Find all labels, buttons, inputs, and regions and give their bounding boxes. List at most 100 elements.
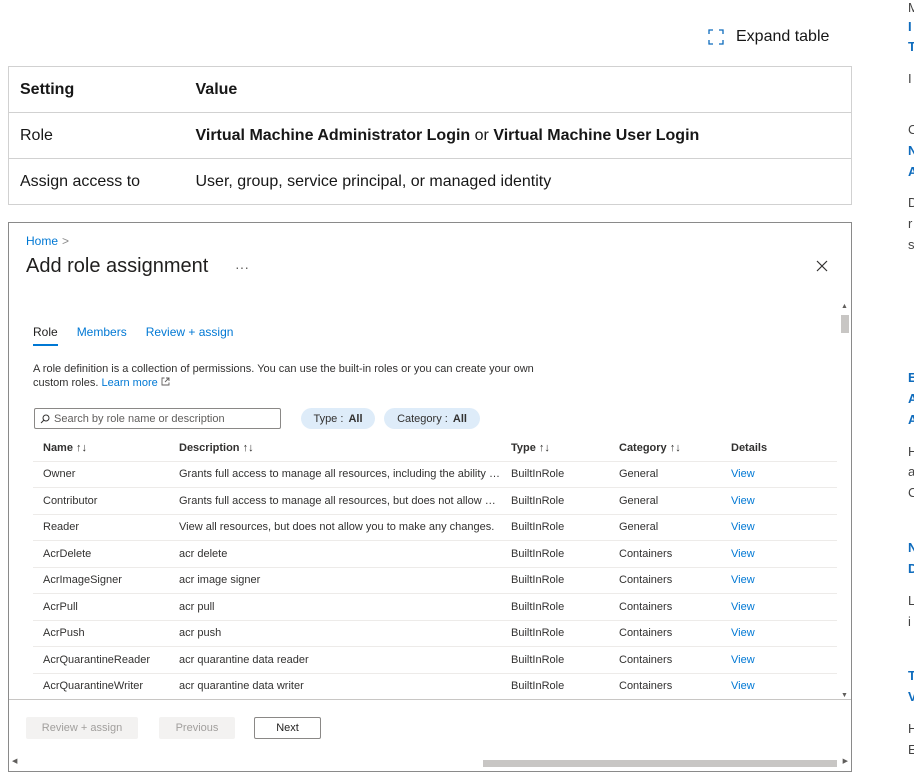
roles-table: Name ↑↓ Description ↑↓ Type ↑↓ Category … bbox=[33, 435, 837, 700]
rail-link-fragment[interactable]: N bbox=[908, 143, 914, 158]
role-search-input[interactable]: Search by role name or description bbox=[34, 408, 281, 429]
role-name: AcrQuarantineReader bbox=[33, 646, 169, 674]
role-name: AcrImageSigner bbox=[33, 567, 169, 594]
role-description: acr delete bbox=[169, 540, 501, 568]
tab-members[interactable]: Members bbox=[77, 325, 127, 346]
role-type: BuiltInRole bbox=[501, 514, 609, 541]
table-row[interactable]: AcrPush acr push BuiltInRole Containers View bbox=[33, 620, 837, 647]
close-icon[interactable] bbox=[815, 259, 829, 273]
rail-link-fragment[interactable]: N bbox=[908, 540, 914, 555]
view-details-link[interactable]: View bbox=[721, 514, 837, 541]
role-category: General bbox=[609, 514, 721, 541]
view-details-link[interactable]: View bbox=[721, 673, 837, 700]
vertical-scrollbar[interactable]: ▲ ▼ bbox=[839, 303, 851, 699]
previous-button[interactable]: Previous bbox=[159, 717, 235, 739]
expand-icon bbox=[708, 29, 724, 45]
tab-review-assign[interactable]: Review + assign bbox=[146, 325, 234, 346]
table-row[interactable]: Owner Grants full access to manage all re… bbox=[33, 461, 837, 488]
column-header-name[interactable]: Name ↑↓ bbox=[33, 435, 169, 462]
role-type: BuiltInRole bbox=[501, 540, 609, 568]
right-rail: M I T I C N A D r s E A A H a C N D L i … bbox=[908, 0, 914, 780]
category-filter-label: Category : bbox=[397, 412, 451, 425]
search-placeholder: Search by role name or description bbox=[54, 412, 225, 425]
rail-link-fragment[interactable]: D bbox=[908, 561, 914, 576]
category-filter-pill[interactable]: Category : All bbox=[384, 408, 480, 429]
learn-more-link[interactable]: Learn more bbox=[101, 377, 170, 389]
rail-link-fragment[interactable]: A bbox=[908, 164, 914, 179]
column-header-setting: Setting bbox=[8, 66, 185, 113]
tab-role[interactable]: Role bbox=[33, 325, 58, 346]
role-description: View all resources, but does not allow y… bbox=[169, 514, 501, 541]
scroll-down-arrow-icon[interactable]: ▼ bbox=[841, 692, 848, 699]
breadcrumb: Home > bbox=[26, 234, 69, 248]
rail-link-fragment[interactable]: A bbox=[908, 412, 914, 427]
horizontal-scrollbar[interactable]: ◀ ▶ bbox=[9, 755, 851, 771]
table-row[interactable]: AcrQuarantineWriter acr quarantine data w… bbox=[33, 673, 837, 700]
table-row[interactable]: Reader View all resources, but does not a… bbox=[33, 514, 837, 541]
page-title: Add role assignment bbox=[26, 255, 209, 277]
table-row[interactable]: AcrPull acr pull BuiltInRole Containers View bbox=[33, 593, 837, 621]
view-details-link[interactable]: View bbox=[721, 540, 837, 568]
role-category: Containers bbox=[609, 593, 721, 621]
value-cell: User, group, service principal, or manag… bbox=[184, 158, 852, 205]
role-type: BuiltInRole bbox=[501, 567, 609, 594]
rail-link-fragment[interactable]: E bbox=[908, 370, 914, 385]
view-details-link[interactable]: View bbox=[721, 620, 837, 647]
type-filter-label: Type : bbox=[313, 412, 347, 425]
type-filter-pill[interactable]: Type : All bbox=[301, 408, 375, 429]
role-description: Grants full access to manage all resourc… bbox=[169, 487, 501, 515]
rail-link-fragment[interactable]: A bbox=[908, 391, 914, 406]
view-details-link[interactable]: View bbox=[721, 593, 837, 621]
table-row[interactable]: Contributor Grants full access to manage … bbox=[33, 487, 837, 515]
scroll-up-arrow-icon[interactable]: ▲ bbox=[841, 303, 848, 310]
rail-link-fragment[interactable]: V bbox=[908, 689, 914, 704]
scroll-left-arrow-icon[interactable]: ◀ bbox=[12, 757, 17, 765]
rail-fragment: I bbox=[908, 71, 912, 86]
more-options-button[interactable]: ··· bbox=[235, 259, 249, 275]
table-row[interactable]: AcrImageSigner acr image signer BuiltInRol… bbox=[33, 567, 837, 594]
role-category: Containers bbox=[609, 620, 721, 647]
category-filter-value: All bbox=[452, 412, 467, 425]
view-details-link[interactable]: View bbox=[721, 567, 837, 594]
role-type: BuiltInRole bbox=[501, 593, 609, 621]
column-header-category[interactable]: Category ↑↓ bbox=[609, 435, 721, 462]
role-category: Containers bbox=[609, 567, 721, 594]
rail-fragment: D bbox=[908, 195, 914, 210]
tab-bar: Role Members Review + assign bbox=[33, 325, 233, 346]
role-category: Containers bbox=[609, 646, 721, 674]
expand-table-button[interactable]: Expand table bbox=[708, 28, 829, 46]
table-row[interactable]: AcrQuarantineReader acr quarantine data r… bbox=[33, 646, 837, 674]
rail-fragment: i bbox=[908, 614, 911, 629]
rail-link-fragment[interactable]: T bbox=[908, 39, 914, 54]
role-type: BuiltInRole bbox=[501, 461, 609, 488]
column-header-description[interactable]: Description ↑↓ bbox=[169, 435, 501, 462]
review-assign-button[interactable]: Review + assign bbox=[26, 717, 138, 739]
settings-table: Setting Value Role Virtual Machine Admin… bbox=[8, 66, 852, 205]
scrollbar-thumb[interactable] bbox=[841, 315, 849, 333]
expand-table-label: Expand table bbox=[736, 28, 830, 45]
rail-link-fragment[interactable]: T bbox=[908, 668, 914, 683]
external-link-icon bbox=[161, 377, 170, 386]
view-details-link[interactable]: View bbox=[721, 461, 837, 488]
roles-header-row: Name ↑↓ Description ↑↓ Type ↑↓ Category … bbox=[33, 435, 837, 462]
rail-fragment: H bbox=[908, 721, 914, 736]
next-button[interactable]: Next bbox=[254, 717, 321, 739]
breadcrumb-home[interactable]: Home bbox=[26, 234, 58, 248]
rail-link-fragment[interactable]: I bbox=[908, 19, 912, 34]
role-description: acr quarantine data writer bbox=[169, 673, 501, 700]
search-icon bbox=[40, 414, 50, 423]
rail-fragment: M bbox=[908, 0, 914, 15]
role-description: acr pull bbox=[169, 593, 501, 621]
table-row[interactable]: AcrDelete acr delete BuiltInRole Containers… bbox=[33, 540, 837, 568]
scroll-right-arrow-icon[interactable]: ▶ bbox=[843, 757, 848, 765]
rail-fragment: C bbox=[908, 122, 914, 137]
role-user-login: Virtual Machine User Login bbox=[493, 126, 700, 144]
add-role-assignment-screenshot: Home > Add role assignment ··· Role Membe… bbox=[8, 222, 852, 772]
column-header-type[interactable]: Type ↑↓ bbox=[501, 435, 609, 462]
learn-more-label: Learn more bbox=[101, 377, 158, 389]
view-details-link[interactable]: View bbox=[721, 487, 837, 515]
scrollbar-thumb[interactable] bbox=[483, 760, 837, 767]
view-details-link[interactable]: View bbox=[721, 646, 837, 674]
table-row: Role Virtual Machine Administrator Login… bbox=[8, 112, 852, 159]
action-footer: Review + assign Previous Next bbox=[9, 699, 851, 755]
